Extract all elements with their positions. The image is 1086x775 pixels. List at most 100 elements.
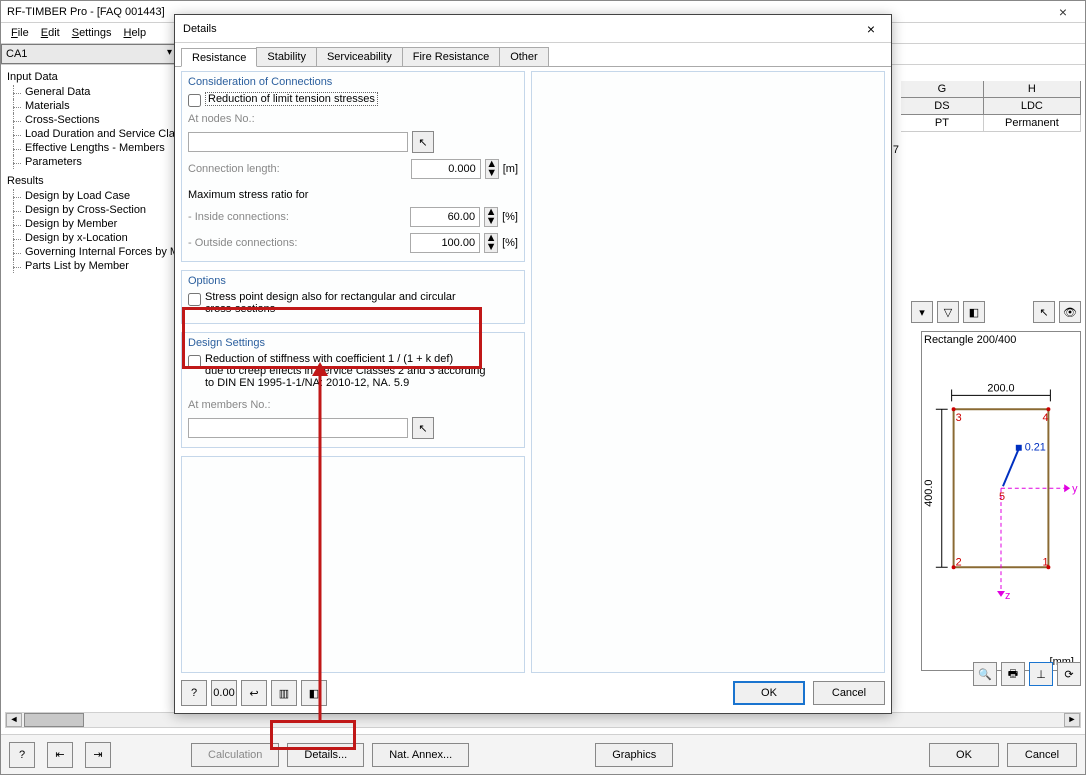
main-ok-button[interactable]: OK bbox=[929, 743, 999, 767]
group-options: Options Stress point design also for rec… bbox=[181, 270, 525, 324]
tab-resistance[interactable]: Resistance bbox=[181, 48, 257, 67]
eye-icon[interactable]: 👁 bbox=[1059, 301, 1081, 323]
preview-toolbar: 🔍 🖶 ⊥ ⟳ bbox=[973, 662, 1081, 686]
chk-reduction-tension[interactable] bbox=[188, 94, 201, 107]
filter-icon[interactable]: ▽ bbox=[937, 301, 959, 323]
lbl-at-members: At members No.: bbox=[188, 399, 338, 411]
unit-pct-1: [%] bbox=[502, 211, 518, 223]
chk-stress-point-design[interactable] bbox=[188, 293, 201, 306]
tree-item-parameters[interactable]: Parameters bbox=[5, 155, 179, 169]
scroll-left-icon[interactable]: ◄ bbox=[6, 713, 22, 727]
tree-item-materials[interactable]: Materials bbox=[5, 99, 179, 113]
menu-settings[interactable]: Settings bbox=[68, 25, 116, 41]
tree-item-design-load-case[interactable]: Design by Load Case bbox=[5, 189, 179, 203]
tab-fire-resistance[interactable]: Fire Resistance bbox=[402, 47, 500, 66]
node-5-label: 5 bbox=[999, 491, 1005, 503]
lbl-at-nodes: At nodes No.: bbox=[188, 113, 338, 125]
table-toolbar: ▾ ▽ ◧ ↖ 👁 bbox=[911, 301, 1081, 323]
axes-toggle-icon[interactable]: ⊥ bbox=[1029, 662, 1053, 686]
tree-item-load-duration[interactable]: Load Duration and Service Clas bbox=[5, 127, 179, 141]
input-outside-conn[interactable] bbox=[410, 233, 480, 253]
tree-item-general-data[interactable]: General Data bbox=[5, 85, 179, 99]
chk-reduction-stiffness-label: Reduction of stiffness with coefficient … bbox=[205, 353, 485, 389]
details-button[interactable]: Details... bbox=[287, 743, 364, 767]
tree-item-cross-sections[interactable]: Cross-Sections bbox=[5, 113, 179, 127]
dialog-tabs: Resistance Stability Serviceability Fire… bbox=[175, 43, 891, 67]
tree-item-effective-lengths[interactable]: Effective Lengths - Members bbox=[5, 141, 179, 155]
unit-m: [m] bbox=[503, 163, 518, 175]
dlg-tool1-icon[interactable]: ↩ bbox=[241, 680, 267, 706]
main-cancel-button[interactable]: Cancel bbox=[1007, 743, 1077, 767]
tree-item-design-cross-section[interactable]: Design by Cross-Section bbox=[5, 203, 179, 217]
nat-annex-button[interactable]: Nat. Annex... bbox=[372, 743, 469, 767]
tree-item-governing-forces[interactable]: Governing Internal Forces by M bbox=[5, 245, 179, 259]
input-at-members[interactable] bbox=[188, 418, 408, 438]
group-design-settings: Design Settings Reduction of stiffness w… bbox=[181, 332, 525, 448]
pick-members-icon[interactable]: ↖ bbox=[412, 417, 434, 439]
cross-section-preview: Rectangle 200/400 200.0 400.0 3 4 2 1 y … bbox=[921, 331, 1081, 671]
input-inside-conn[interactable] bbox=[410, 207, 480, 227]
navigation-tree: Input Data General Data Materials Cross-… bbox=[5, 69, 179, 694]
input-at-nodes[interactable] bbox=[188, 132, 408, 152]
chk-reduction-tension-label: Reduction of limit tension stresses bbox=[205, 92, 378, 106]
dim-width: 200.0 bbox=[987, 382, 1014, 394]
spin-conn-length[interactable]: ▲▼ bbox=[485, 159, 499, 179]
group-empty bbox=[181, 456, 525, 673]
node-2-label: 2 bbox=[956, 556, 962, 568]
col-header-h: H bbox=[984, 81, 1081, 97]
menu-edit[interactable]: Edit bbox=[37, 25, 64, 41]
zoom-icon[interactable]: 🔍 bbox=[973, 662, 997, 686]
spin-inside-conn[interactable]: ▲▼ bbox=[484, 207, 498, 227]
dialog-close-icon[interactable]: × bbox=[859, 21, 883, 37]
col-subheader-ds: DS bbox=[901, 98, 984, 114]
case-select[interactable]: CA1 bbox=[1, 44, 177, 64]
tree-item-parts-list[interactable]: Parts List by Member bbox=[5, 259, 179, 273]
dialog-title: Details bbox=[183, 23, 217, 35]
palette-icon[interactable]: ◧ bbox=[963, 301, 985, 323]
spin-outside-conn[interactable]: ▲▼ bbox=[484, 233, 498, 253]
axis-z-label: z bbox=[1005, 590, 1010, 602]
next-module-icon[interactable]: ⇥ bbox=[85, 742, 111, 768]
horizontal-scrollbar[interactable]: ◄ ► bbox=[5, 712, 1081, 728]
dlg-tool3-icon[interactable]: ◧ bbox=[301, 680, 327, 706]
tab-other[interactable]: Other bbox=[499, 47, 549, 66]
calculation-button[interactable]: Calculation bbox=[191, 743, 279, 767]
chk-stress-point-design-label: Stress point design also for rectangular… bbox=[205, 291, 485, 315]
input-conn-length[interactable] bbox=[411, 159, 481, 179]
tree-item-design-x-location[interactable]: Design by x-Location bbox=[5, 231, 179, 245]
menu-file[interactable]: File bbox=[7, 25, 33, 41]
col-subheader-ldc: LDC bbox=[984, 98, 1081, 114]
dlg-tool2-icon[interactable]: ▥ bbox=[271, 680, 297, 706]
tab-serviceability[interactable]: Serviceability bbox=[316, 47, 403, 66]
settings-icon[interactable]: ⟳ bbox=[1057, 662, 1081, 686]
window-close-icon[interactable]: × bbox=[1047, 4, 1079, 20]
pick-icon[interactable]: ↖ bbox=[1033, 301, 1055, 323]
case-select-value: CA1 bbox=[6, 48, 27, 60]
menu-help[interactable]: Help bbox=[119, 25, 150, 41]
col-header-g: G bbox=[901, 81, 984, 97]
group-connections-title: Consideration of Connections bbox=[188, 76, 518, 88]
tab-stability[interactable]: Stability bbox=[256, 47, 317, 66]
details-dialog: Details × Resistance Stability Serviceab… bbox=[174, 14, 892, 714]
dlg-units-icon[interactable]: 0.00 bbox=[211, 680, 237, 706]
scroll-right-icon[interactable]: ► bbox=[1064, 713, 1080, 727]
pick-nodes-icon[interactable]: ↖ bbox=[412, 131, 434, 153]
tree-item-design-member[interactable]: Design by Member bbox=[5, 217, 179, 231]
print-icon[interactable]: 🖶 bbox=[1001, 662, 1025, 686]
window-title: RF-TIMBER Pro - [FAQ 001443] bbox=[7, 6, 165, 18]
cell-ds[interactable]: PT bbox=[901, 115, 984, 131]
prev-module-icon[interactable]: ⇤ bbox=[47, 742, 73, 768]
dlg-cancel-button[interactable]: Cancel bbox=[813, 681, 885, 705]
dlg-help-icon[interactable]: ? bbox=[181, 680, 207, 706]
graphics-button[interactable]: Graphics bbox=[595, 743, 673, 767]
scroll-thumb[interactable] bbox=[24, 713, 84, 727]
help-icon[interactable]: ? bbox=[9, 742, 35, 768]
dropdown-icon[interactable]: ▾ bbox=[911, 301, 933, 323]
tree-group-input: Input Data bbox=[5, 69, 179, 85]
node-4-label: 4 bbox=[1042, 412, 1048, 424]
cell-ldc[interactable]: Permanent bbox=[984, 115, 1081, 131]
dlg-ok-button[interactable]: OK bbox=[733, 681, 805, 705]
chk-reduction-stiffness[interactable] bbox=[188, 355, 201, 368]
group-connections: Consideration of Connections Reduction o… bbox=[181, 71, 525, 262]
lbl-conn-length: Connection length: bbox=[188, 163, 338, 175]
